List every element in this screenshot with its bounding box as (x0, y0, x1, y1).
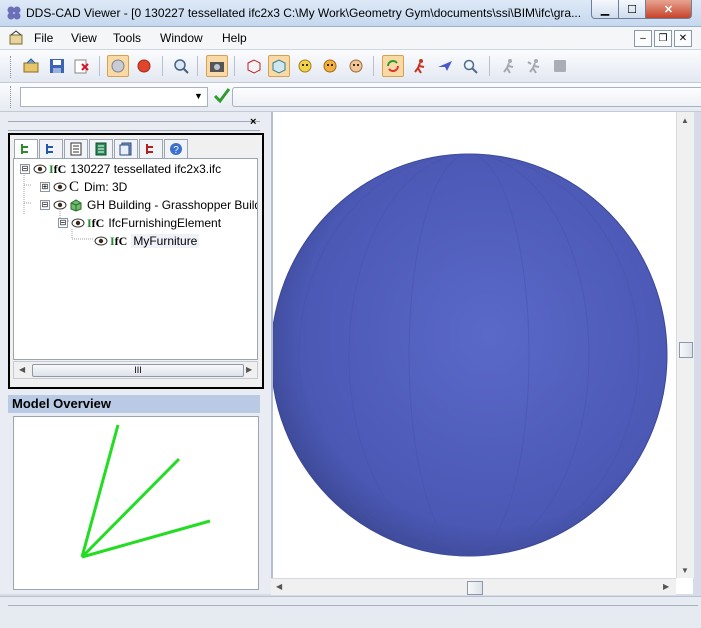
face-alt-icon[interactable] (319, 55, 341, 77)
app-icon (7, 6, 21, 20)
tree-node-building[interactable]: ⊟ GH Building - Grasshopper Building (40, 196, 257, 214)
mdi-restore-button[interactable]: ❐ (654, 30, 672, 47)
tree-node-label: 130227 tessellated ifc2x3.ifc (70, 162, 222, 176)
scroll-thumb[interactable] (467, 581, 483, 595)
maximize-button[interactable]: ☐ (618, 0, 646, 19)
collapse-icon[interactable]: ⊟ (58, 218, 68, 228)
expand-icon[interactable]: ⊞ (40, 182, 50, 192)
tree-horizontal-scrollbar[interactable]: ◀ III ▶ (13, 361, 258, 379)
dimension-icon: C (69, 178, 80, 195)
close-file-icon[interactable] (70, 55, 92, 77)
title-bar[interactable]: DDS-CAD Viewer - [0 130227 tessellated i… (0, 0, 701, 27)
ifc-logo-icon: IfC (49, 161, 67, 176)
model-tree[interactable]: ⊟ IfC 130227 tessellated ifc2x3.ifc ⊞ C … (13, 158, 258, 360)
menu-view[interactable]: View (71, 31, 97, 45)
menu-file[interactable]: File (34, 31, 53, 45)
refresh-icon[interactable] (382, 55, 404, 77)
eye-icon[interactable] (33, 164, 47, 174)
svg-text:?: ? (173, 145, 179, 156)
model-overview-title: Model Overview (8, 395, 260, 413)
main-toolbar (0, 50, 701, 83)
command-select[interactable] (20, 87, 208, 107)
command-input[interactable] (232, 87, 701, 107)
tree-tab-4[interactable] (89, 139, 113, 159)
document-icon[interactable] (8, 30, 24, 46)
scroll-thumb[interactable] (679, 342, 693, 358)
walk-icon[interactable] (409, 55, 431, 77)
minimize-button[interactable]: ▁ (591, 0, 619, 19)
menu-help[interactable]: Help (222, 31, 247, 45)
axis-indicator (80, 424, 211, 559)
command-bar: ▼ (0, 83, 701, 112)
camera-icon[interactable] (206, 55, 228, 77)
viewport-horizontal-scrollbar[interactable]: ◀ ▶ (271, 578, 676, 595)
scroll-thumb[interactable]: III (32, 364, 244, 377)
tree-node-myfurniture[interactable]: IfC MyFurniture (94, 232, 200, 250)
tree-node-dim[interactable]: ⊞ C Dim: 3D (40, 178, 127, 196)
stop-square-icon[interactable] (549, 55, 571, 77)
scroll-down-icon[interactable]: ▼ (681, 566, 689, 575)
scroll-right-icon[interactable]: ▶ (246, 365, 252, 374)
eye-icon[interactable] (53, 200, 67, 210)
left-pane: × ? ⊟ IfC 130227 tessellated ifc2x3.ifc … (0, 112, 271, 594)
status-bar (0, 596, 701, 628)
person-icon[interactable] (498, 55, 520, 77)
tree-node-label: Dim: 3D (84, 180, 128, 194)
pane-header-grip[interactable] (8, 121, 260, 131)
face-color-icon[interactable] (345, 55, 367, 77)
tree-tab-1[interactable] (14, 139, 38, 159)
model-tree-panel: ? ⊟ IfC 130227 tessellated ifc2x3.ifc ⊞ … (8, 133, 264, 389)
fly-icon[interactable] (434, 55, 456, 77)
ifc-logo-icon: IfC (87, 215, 105, 230)
menu-window[interactable]: Window (160, 31, 203, 45)
viewport-vertical-scrollbar[interactable]: ▲ ▼ (676, 112, 694, 578)
building-icon (70, 199, 82, 212)
mdi-close-button[interactable]: ✕ (674, 30, 692, 47)
pane-close-icon[interactable]: × (250, 116, 256, 128)
ifc-logo-icon: IfC (110, 233, 128, 248)
face-icon[interactable] (294, 55, 316, 77)
box-icon[interactable] (243, 55, 265, 77)
box-selected-icon[interactable] (268, 55, 290, 77)
help-tab[interactable]: ? (164, 139, 188, 159)
menu-bar: File View Tools Window Help – ❐ ✕ (0, 27, 701, 50)
eye-icon[interactable] (71, 218, 85, 228)
tree-node-label: GH Building - Grasshopper Building (87, 198, 257, 212)
sphere-model[interactable] (270, 112, 693, 578)
command-bar-grip[interactable] (10, 86, 14, 108)
collapse-icon[interactable]: ⊟ (20, 164, 30, 174)
model-overview-canvas[interactable] (13, 416, 259, 590)
toggle-icon[interactable] (107, 55, 129, 77)
check-icon[interactable] (212, 85, 232, 105)
stop-icon[interactable] (133, 55, 155, 77)
search-icon[interactable] (459, 55, 481, 77)
zoom-icon[interactable] (170, 55, 192, 77)
tree-tab-3[interactable] (64, 139, 88, 159)
chevron-down-icon[interactable]: ▼ (194, 91, 203, 101)
person-alt-icon[interactable] (523, 55, 545, 77)
eye-icon[interactable] (94, 236, 108, 246)
open-icon[interactable] (20, 55, 42, 77)
toolbar-grip[interactable] (10, 56, 14, 78)
eye-icon[interactable] (53, 182, 67, 192)
status-field (8, 605, 698, 622)
tree-node-label: IfcFurnishingElement (108, 216, 222, 230)
tree-node-furnishing[interactable]: ⊟ IfC IfcFurnishingElement (58, 214, 221, 232)
close-button[interactable]: ✕ (645, 0, 692, 19)
menu-tools[interactable]: Tools (113, 31, 141, 45)
tree-tab-5[interactable] (114, 139, 138, 159)
save-icon[interactable] (46, 55, 68, 77)
3d-viewport[interactable] (270, 112, 693, 594)
tree-tab-6[interactable] (139, 139, 163, 159)
tree-tab-2[interactable] (39, 139, 63, 159)
tree-node-root[interactable]: ⊟ IfC 130227 tessellated ifc2x3.ifc (20, 160, 221, 178)
scroll-left-icon[interactable]: ◀ (19, 365, 25, 374)
mdi-minimize-button[interactable]: – (634, 30, 652, 47)
collapse-icon[interactable]: ⊟ (40, 200, 50, 210)
scroll-right-icon[interactable]: ▶ (663, 582, 669, 591)
tree-node-label: MyFurniture (131, 234, 200, 248)
window-title: DDS-CAD Viewer - [0 130227 tessellated i… (26, 6, 582, 20)
scroll-left-icon[interactable]: ◀ (276, 582, 282, 591)
scroll-up-icon[interactable]: ▲ (681, 116, 689, 125)
